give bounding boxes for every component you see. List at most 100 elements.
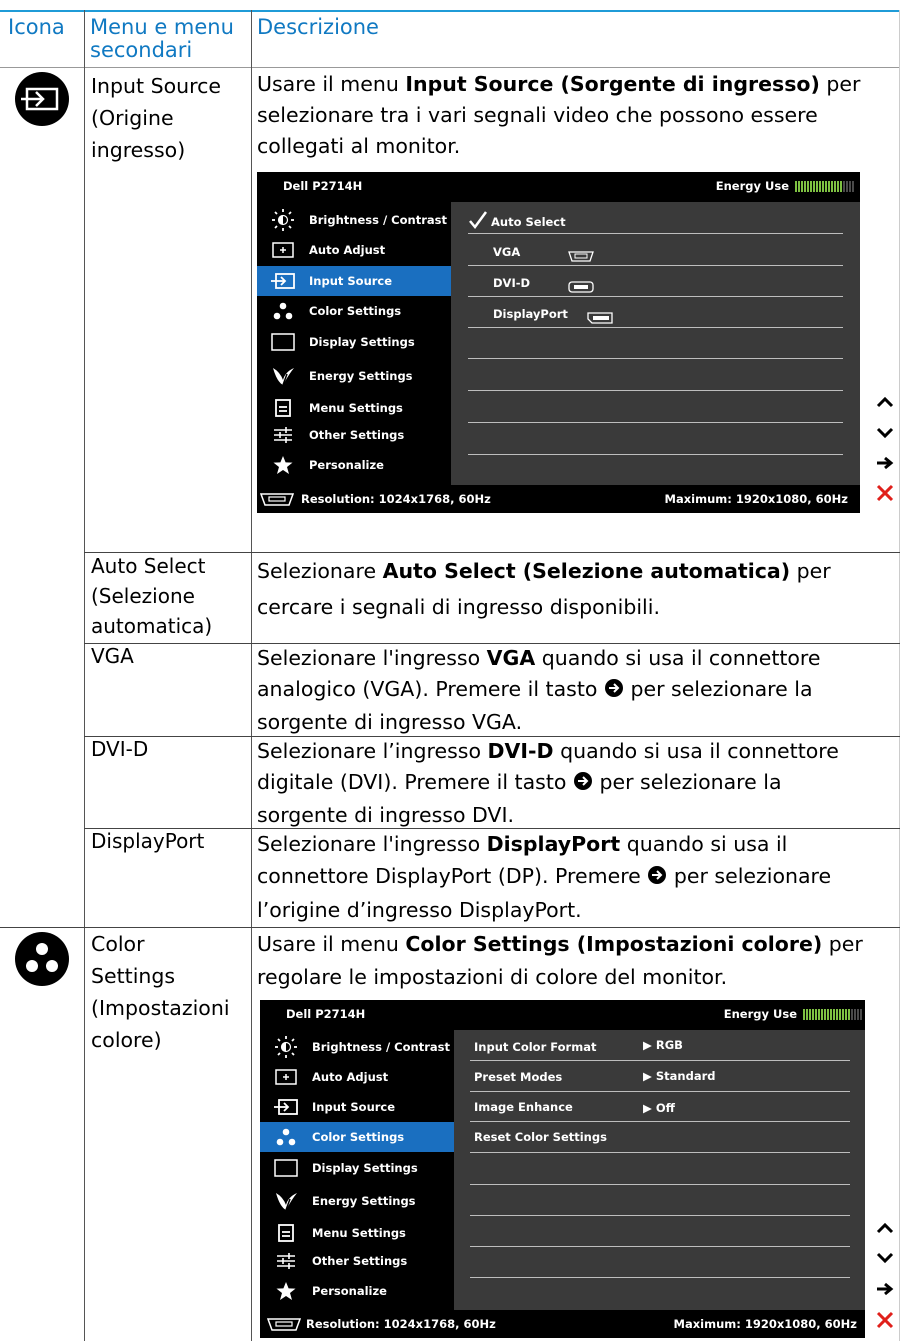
energy-settings-leaf-icon [260,1191,312,1211]
menu-menu-settings[interactable]: Menu Settings [257,393,451,423]
close-x-button[interactable] [872,478,898,508]
menu-other-settings[interactable]: Other Settings [257,420,451,450]
header-menu-line1: Menu e menu [90,15,234,39]
name-line: Settings [91,964,176,988]
osd-color-settings: Dell P2714H Energy Use Brightness / Cont… [260,1000,865,1338]
name-line: Auto Select [91,554,206,578]
option-preset-modes[interactable]: Preset Modes [474,1070,562,1084]
menu-energy-settings[interactable]: Energy Settings [260,1186,454,1216]
play-arrow-icon: ▶ [643,1069,652,1083]
desc-line: Selezionare l’ingresso DVI-D quando si u… [257,739,839,763]
menu-color-settings[interactable]: Color Settings [257,296,451,326]
menu-auto-adjust[interactable]: Auto Adjust [257,235,451,265]
option-divider [468,358,843,359]
osd-bottom-bar: Resolution: 1024x1768, 60Hz Maximum: 192… [260,1310,865,1338]
menu-settings-icon [260,1224,312,1242]
displayport-name: DisplayPort [91,829,205,853]
option-divider [470,1184,850,1185]
osd-model: Dell P2714H [286,1007,366,1021]
up-arrow-button[interactable] [872,387,898,417]
osd-resolution: Resolution: 1024x1768, 60Hz [306,1317,496,1331]
menu-brightness[interactable]: Brightness / Contrast [257,205,451,235]
desc-line: sorgente di ingresso VGA. [257,710,523,734]
option-reset-color-settings[interactable]: Reset Color Settings [474,1130,607,1144]
option-divider [468,454,843,455]
menu-input-source[interactable]: Input Source [257,266,451,296]
menu-display-settings[interactable]: Display Settings [257,327,451,357]
menu-color-settings[interactable]: Color Settings [260,1122,454,1152]
option-divider [470,1091,850,1092]
auto-select-description: Selezionare Auto Select (Selezione autom… [257,553,831,625]
name-line: (Impostazioni [91,996,230,1020]
display-settings-icon [257,333,309,351]
color-settings-icon [260,1128,312,1146]
menu-energy-settings[interactable]: Energy Settings [257,361,451,391]
table-top-rule [0,10,900,12]
displayport-connector-icon [587,309,613,328]
desc-line: l’origine d’ingresso DisplayPort. [257,898,582,922]
option-divider [468,422,843,423]
desc-line: sorgente di ingresso DVI. [257,803,515,827]
desc-line: Selezionare l'ingresso VGA quando si usa… [257,646,821,670]
color-settings-name: Color Settings (Impostazioni colore) [91,928,230,1056]
option-auto-select[interactable]: Auto Select [468,210,566,233]
osd-resolution: Resolution: 1024x1768, 60Hz [301,492,491,506]
energy-use: Energy Use [724,1007,862,1021]
menu-personalize[interactable]: Personalize [257,450,451,480]
menu-brightness[interactable]: Brightness / Contrast [260,1032,454,1062]
color-settings-description: Usare il menu Color Settings (Impostazio… [257,928,863,994]
option-dvi-d[interactable]: DVI-D [493,276,530,290]
option-displayport[interactable]: DisplayPort [493,307,568,321]
option-divider [470,1121,850,1122]
option-input-color-format-value[interactable]: ▶ RGB [643,1038,683,1052]
header-icona: Icona [8,15,65,39]
energy-use: Energy Use [716,179,854,193]
down-arrow-button[interactable] [872,418,898,448]
header-menu: Menu e menu secondari [90,16,234,62]
menu-auto-adjust[interactable]: Auto Adjust [260,1062,454,1092]
option-image-enhance[interactable]: Image Enhance [474,1100,573,1114]
brightness-icon [257,209,309,231]
desc-line: selezionare tra i vari segnali video che… [257,103,818,127]
header-descrizione: Descrizione [257,15,379,39]
option-input-color-format[interactable]: Input Color Format [474,1040,596,1054]
input-source-name: Input Source (Origine ingresso) [91,70,221,166]
right-circle-arrow-icon [573,769,593,800]
osd-input-source: Dell P2714H Energy Use Brightness / Cont… [257,172,860,513]
menu-personalize[interactable]: Personalize [260,1276,454,1306]
menu-other-settings[interactable]: Other Settings [260,1246,454,1276]
name-line: automatica) [91,614,213,638]
desc-line: collegati al monitor. [257,134,461,158]
option-preset-modes-value[interactable]: ▶ Standard [643,1069,716,1083]
star-icon [260,1281,312,1301]
desc-line: regolare le impostazioni di colore del m… [257,965,728,989]
auto-adjust-icon [257,242,309,258]
menu-input-source[interactable]: Input Source [260,1092,454,1122]
brightness-icon [260,1036,312,1058]
vga-connector-icon [266,1316,302,1335]
desc-line: connettore DisplayPort (DP). Premere per… [257,860,831,894]
osd-model: Dell P2714H [283,179,363,193]
input-source-icon [260,1099,312,1115]
option-divider [470,1152,850,1153]
option-vga[interactable]: VGA [493,245,520,259]
up-arrow-button[interactable] [872,1213,898,1243]
desc-line: Selezionare l'ingresso DisplayPort quand… [257,832,788,856]
star-icon [257,455,309,475]
color-settings-icon [257,302,309,320]
close-x-button[interactable] [872,1305,898,1335]
option-image-enhance-value[interactable]: ▶ Off [643,1101,675,1115]
down-arrow-button[interactable] [872,1243,898,1273]
menu-display-settings[interactable]: Display Settings [260,1153,454,1183]
dvi-d-description: Selezionare l’ingresso DVI-D quando si u… [257,736,839,831]
checkmark-icon [468,210,488,233]
play-arrow-icon: ▶ [643,1038,652,1052]
energy-bars [795,180,854,192]
desc-line: Selezionare Auto Select (Selezione autom… [257,559,831,583]
menu-menu-settings[interactable]: Menu Settings [260,1218,454,1248]
dvi-connector-icon [568,278,594,297]
dvi-d-name: DVI-D [91,737,149,761]
desc-line: cercare i segnali di ingresso disponibil… [257,595,660,619]
right-arrow-button[interactable] [872,1274,898,1304]
right-arrow-button[interactable] [872,448,898,478]
